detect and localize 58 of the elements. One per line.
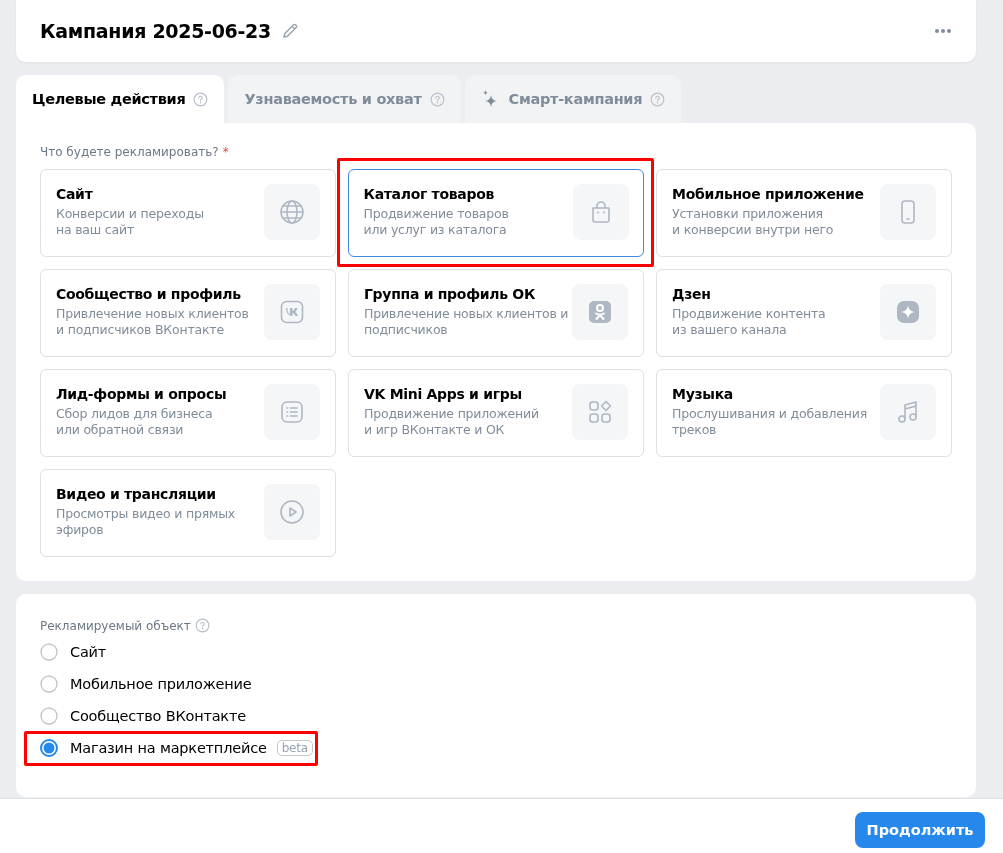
card-description: Сбор лидов для бизнеса или обратной связи [56,406,214,438]
apps-grid-icon [586,398,614,426]
card-title: Мобильное приложение [672,186,864,202]
card-title: VK Mini Apps и игры [364,386,523,402]
objective-card[interactable]: Группа и профиль ОК Привлечение новых клиентов и подписчиков [348,269,644,357]
card-description: Продвижение товаров или услуг из каталога [363,205,509,238]
card-description: Конверсии и переходы на ваш сайт [56,206,204,238]
card-description: Продвижение приложений и игр ВКонтакте и ОК [364,406,539,438]
field-label: Рекламируемый объект [40,618,191,633]
objective-card[interactable]: Мобильное приложение Установки приложения и конверсии внутри него [656,169,952,257]
help-icon[interactable] [193,91,209,107]
radio-button[interactable] [40,739,58,757]
radio-option[interactable]: Сообщество ВКонтакте [40,707,246,725]
required-mark: * [222,145,229,159]
card-description: Привлечение новых клиентов и подписчиков ВКонтакте [56,306,249,338]
card-description: Привлечение новых клиентов и подписчиков [364,306,569,338]
objective-card[interactable]: Музыка Прослушивания и добавления треков [656,369,952,457]
objective-card[interactable]: VK Mini Apps и игры Продвижение приложений и игр ВКонтакте и ОК [348,369,644,457]
objective-card[interactable]: Видео и трансляции Просмотры видео и прямых эфиров [40,469,336,557]
card-title: Дзен [672,286,712,302]
card-title: Видео и трансляции [56,486,217,502]
more-icon[interactable] [934,28,952,34]
radio-option[interactable]: Магазин на маркетплейсе beta [40,739,313,757]
dzen-logo-icon [894,298,922,326]
card-description: Установки приложения и конверсии внутри него [672,206,835,238]
card-description: Просмотры видео и прямых эфиров [56,506,236,538]
radio-option[interactable]: Мобильное приложение [40,675,252,693]
objective-card[interactable]: Дзен Продвижение контента из вашего канала [656,269,952,357]
beta-badge: beta [276,740,313,756]
radio-button[interactable] [40,675,58,693]
list-icon [278,398,306,426]
vk-logo-icon [278,298,306,326]
card-title: Каталог товаров [363,185,496,202]
card-description: Продвижение контента из вашего канала [672,306,826,338]
objective-card[interactable]: Лид-формы и опросы Сбор лидов для бизнеса или обратной связи [40,369,336,457]
edit-pencil-icon[interactable] [280,22,299,40]
campaign-title: Кампания 2025-06-23 [40,20,271,42]
play-icon [278,498,306,526]
objective-card[interactable]: Каталог товаров Продвижение товаров или услуг из каталога [348,169,644,257]
radio-button[interactable] [40,643,58,661]
card-description: Прослушивания и добавления треков [672,406,868,438]
help-icon[interactable] [429,91,445,107]
objective-card[interactable]: Сообщество и профиль Привлечение новых клиентов и подписчиков ВКонтакте [40,269,336,357]
ok-logo-icon [586,298,614,326]
globe-icon [278,198,306,226]
objective-card[interactable]: Сайт Конверсии и переходы на ваш сайт [40,169,336,257]
radio-button[interactable] [40,707,58,725]
help-icon[interactable] [194,618,210,633]
tab[interactable]: Целевые действия [16,75,225,123]
card-title: Лид-формы и опросы [56,386,227,402]
help-icon[interactable] [650,91,666,107]
card-title: Сайт [56,186,94,202]
card-title: Музыка [672,386,734,402]
continue-button[interactable]: Продолжить [855,812,985,848]
card-title: Сообщество и профиль [56,286,242,302]
radio-option[interactable]: Сайт [40,643,107,661]
card-title: Группа и профиль ОК [364,286,537,302]
field-label: Что будете рекламировать? [40,145,219,159]
